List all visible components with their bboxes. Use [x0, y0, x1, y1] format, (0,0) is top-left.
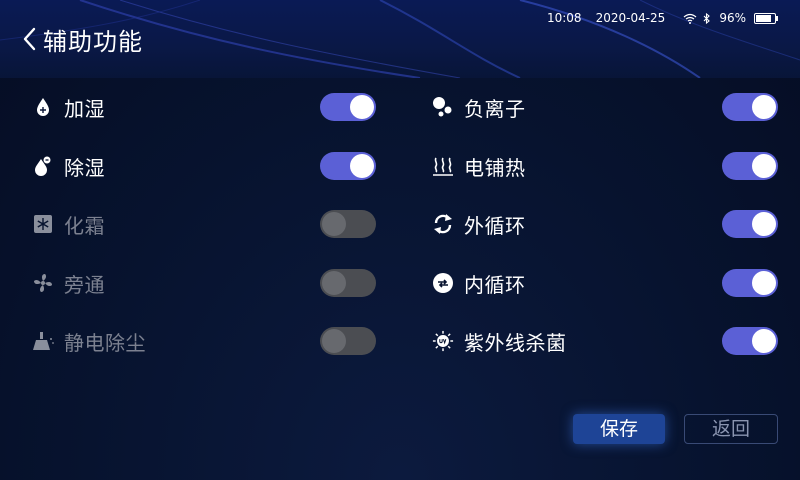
toggle-negative-ion[interactable]	[722, 93, 778, 121]
electric-heat-icon	[432, 155, 454, 177]
option-label: 加湿	[64, 96, 105, 121]
toggle-knob	[752, 329, 776, 353]
humidify-icon	[32, 96, 54, 118]
toggle-knob	[752, 212, 776, 236]
negative-ion-icon	[432, 96, 454, 118]
option-label: 静电除尘	[64, 330, 146, 355]
option-row-defrost: 化霜	[32, 207, 105, 241]
toggle-knob	[322, 271, 346, 295]
page-title: 辅助功能	[43, 28, 143, 56]
option-label: 电铺热	[464, 155, 526, 180]
toggle-uv-sterilize[interactable]	[722, 327, 778, 355]
battery-icon	[754, 12, 778, 24]
toggle-humidify[interactable]	[320, 93, 376, 121]
chevron-left-icon[interactable]	[20, 25, 40, 53]
option-row-bypass: 旁通	[32, 266, 105, 300]
wifi-icon	[683, 13, 697, 24]
option-row-electric-heat: 电铺热	[432, 149, 526, 183]
option-row-dehumidify: 除湿	[32, 149, 105, 183]
option-label: 紫外线杀菌	[464, 330, 567, 355]
toggle-knob	[350, 154, 374, 178]
toggle-bypass[interactable]	[320, 269, 376, 297]
fan-icon	[32, 272, 54, 294]
option-row-internal-circulation: 内循环	[432, 266, 526, 300]
dust-removal-icon	[32, 330, 54, 352]
battery-level-fill	[756, 14, 772, 22]
option-row-uv-sterilize: 紫外线杀菌	[432, 324, 567, 358]
return-button[interactable]: 返回	[684, 414, 778, 444]
internal-circulation-icon	[432, 272, 454, 294]
toggle-electric-heat[interactable]	[722, 152, 778, 180]
status-bar: 10:08 2020-04-25 96%	[546, 9, 778, 27]
toggle-dehumidify[interactable]	[320, 152, 376, 180]
status-date: 2020-04-25	[595, 11, 666, 25]
toggle-internal-circulation[interactable]	[722, 269, 778, 297]
option-label: 化霜	[64, 213, 105, 238]
defrost-icon	[32, 213, 54, 235]
toggle-dust-removal[interactable]	[320, 327, 376, 355]
uv-sterilize-icon	[432, 330, 454, 352]
toggle-knob	[350, 95, 374, 119]
battery-percent: 96%	[719, 11, 746, 25]
option-row-external-circulation: 外循环	[432, 207, 526, 241]
option-label: 内循环	[464, 272, 526, 297]
option-row-negative-ion: 负离子	[432, 90, 526, 124]
dehumidify-icon	[32, 155, 54, 177]
toggle-knob	[322, 329, 346, 353]
toggle-knob	[752, 271, 776, 295]
option-label: 负离子	[464, 96, 526, 121]
save-button[interactable]: 保存	[573, 414, 665, 444]
option-label: 除湿	[64, 155, 105, 180]
option-row-dust-removal: 静电除尘	[32, 324, 146, 358]
external-circulation-icon	[432, 213, 454, 235]
option-label: 外循环	[464, 213, 526, 238]
option-label: 旁通	[64, 272, 105, 297]
toggle-knob	[322, 212, 346, 236]
status-time: 10:08	[546, 11, 582, 25]
app-header: 辅助功能 10:08 2020-04-25 96%	[0, 0, 800, 78]
toggle-knob	[752, 95, 776, 119]
toggle-defrost[interactable]	[320, 210, 376, 238]
bluetooth-icon	[703, 12, 711, 24]
toggle-external-circulation[interactable]	[722, 210, 778, 238]
toggle-knob	[752, 154, 776, 178]
option-row-humidify: 加湿	[32, 90, 105, 124]
